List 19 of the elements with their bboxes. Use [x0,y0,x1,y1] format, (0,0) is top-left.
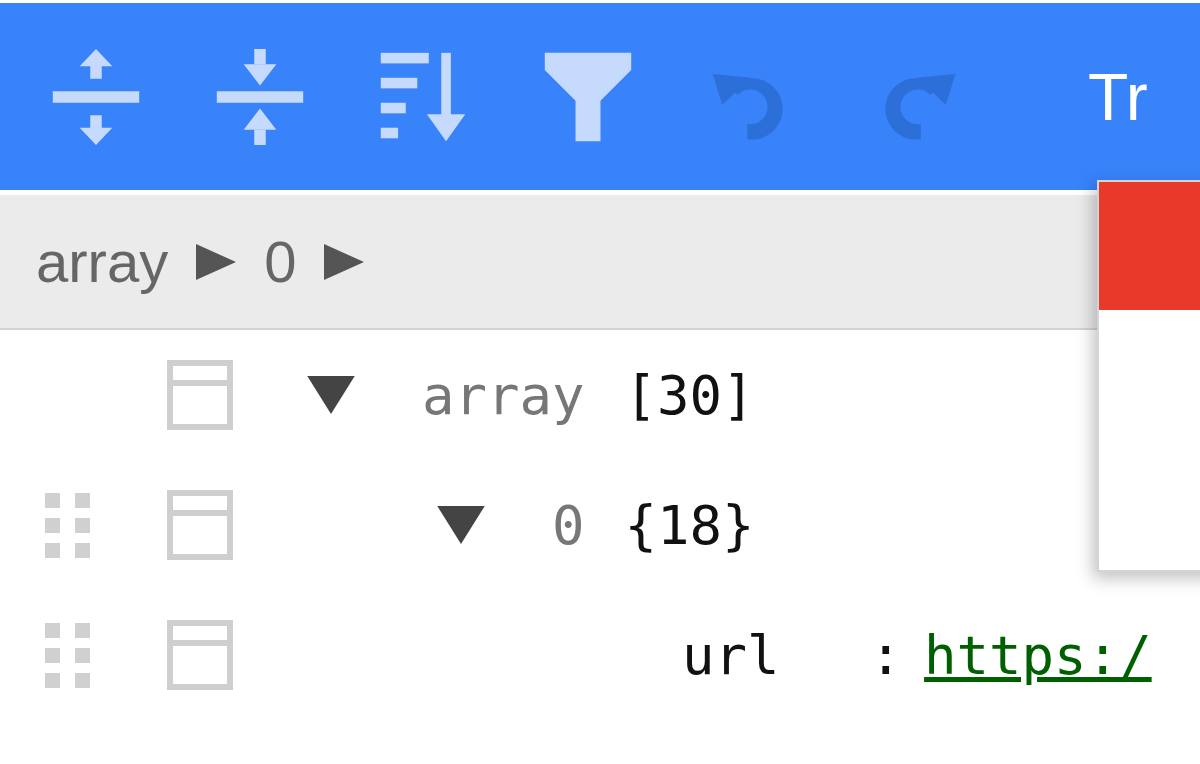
item-count: [30] [624,363,755,427]
url-link[interactable]: https:/ [924,623,1152,687]
breadcrumb-item[interactable]: 0 [264,228,297,295]
mode-label[interactable]: Tr [1088,58,1148,135]
field-name: 0 [552,493,585,557]
context-menu-icon[interactable] [167,360,233,430]
expand-all-icon[interactable] [52,48,140,145]
breadcrumb-item[interactable]: array [36,228,169,295]
context-menu-icon[interactable] [167,490,233,560]
context-menu-icon[interactable] [167,620,233,690]
drag-handle-icon[interactable] [45,622,90,688]
expanded-icon[interactable] [437,506,485,544]
field-name: array [422,363,585,427]
separator: : [869,623,903,687]
drag-handle-icon[interactable] [45,492,90,558]
field-name: url [682,623,780,687]
item-count: {18} [624,493,755,557]
collapse-all-icon[interactable] [216,48,304,145]
expanded-icon[interactable] [307,376,355,414]
